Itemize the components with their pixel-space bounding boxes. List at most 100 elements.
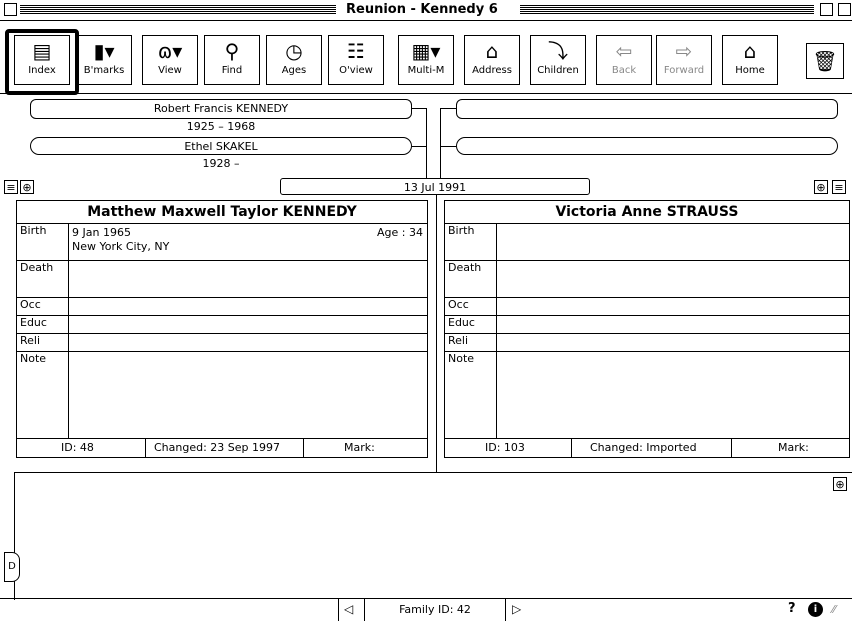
father-name: Robert Francis KENNEDY — [153, 102, 289, 115]
educ-row[interactable]: Educ — [445, 316, 849, 334]
father-dates: 1925 – 1968 — [186, 120, 256, 133]
zoom-box[interactable] — [820, 3, 833, 16]
trash-icon: 🗑 — [812, 49, 838, 73]
overview-button[interactable]: ☷ O'view — [328, 35, 384, 85]
add-child-icon[interactable]: ⊕ — [833, 477, 847, 491]
trash-button[interactable]: 🗑 — [806, 43, 844, 79]
close-box[interactable] — [4, 3, 17, 16]
next-family-icon[interactable]: ▷ — [512, 602, 521, 616]
overview-label: O'view — [339, 65, 373, 76]
info-icon[interactable]: i — [808, 602, 823, 617]
birth-label: Birth — [17, 224, 69, 260]
connector — [440, 108, 441, 178]
find-label: Find — [221, 65, 243, 76]
mother-name: Ethel SKAKEL — [184, 140, 258, 153]
reli-label: Reli — [17, 334, 69, 351]
husband-changed: Changed: 23 Sep 1997 — [145, 439, 280, 457]
wife-mother-pill[interactable] — [456, 137, 838, 155]
mother-dates: 1928 – — [202, 157, 240, 170]
birth-row[interactable]: Birth 9 Jan 1965 Age : 34 New York City,… — [17, 224, 427, 261]
children-list-icon[interactable]: ≡ — [4, 180, 18, 194]
center-divider — [436, 195, 437, 473]
title-stripes-left — [20, 5, 336, 15]
husband-pane: Matthew Maxwell Taylor KENNEDY Birth 9 J… — [16, 200, 428, 458]
multimedia-button[interactable]: ▦▾ Multi-M — [398, 35, 454, 85]
husband-mark[interactable]: Mark: — [303, 439, 424, 457]
reli-row[interactable]: Reli — [17, 334, 427, 352]
husband-name[interactable]: Matthew Maxwell Taylor KENNEDY — [17, 201, 427, 224]
wife-footer: ID: 103 Changed: Imported Mark: — [445, 438, 849, 457]
glasses-icon: ɷ▾ — [157, 39, 183, 63]
index-button-highlight — [5, 29, 79, 95]
occ-row[interactable]: Occ — [17, 298, 427, 316]
educ-label: Educ — [17, 316, 69, 333]
spouse-list-icon[interactable]: ≡ — [832, 180, 846, 194]
resize-grip-icon[interactable]: ⁄⁄ — [832, 603, 836, 616]
clock-icon: ◷ — [285, 39, 303, 63]
reli-row[interactable]: Reli — [445, 334, 849, 352]
children-icon: ⤵ — [548, 39, 568, 63]
mother-name-pill[interactable]: Ethel SKAKEL — [30, 137, 412, 155]
wife-changed: Changed: Imported — [571, 439, 697, 457]
children-area[interactable]: ⊕ — [14, 472, 852, 600]
birth-place: New York City, NY — [72, 240, 170, 253]
death-label: Death — [17, 261, 69, 297]
connector — [412, 108, 426, 109]
connector — [440, 108, 456, 109]
view-button[interactable]: ɷ▾ View — [142, 35, 198, 85]
marriage-date-field[interactable]: 13 Jul 1991 — [280, 178, 590, 195]
death-label: Death — [445, 261, 497, 297]
reli-label: Reli — [445, 334, 497, 351]
husband-footer: ID: 48 Changed: 23 Sep 1997 Mark: — [17, 438, 427, 457]
forward-arrow-icon: ⇨ — [675, 39, 693, 63]
wife-id: ID: 103 — [485, 441, 525, 454]
wife-pane: Victoria Anne STRAUSS Birth Death Occ Ed… — [444, 200, 850, 458]
find-button[interactable]: ⚲ Find — [204, 35, 260, 85]
death-row[interactable]: Death — [445, 261, 849, 298]
back-button[interactable]: ⇦ Back — [596, 35, 652, 85]
educ-row[interactable]: Educ — [17, 316, 427, 334]
connector — [440, 146, 456, 147]
note-label: Note — [17, 352, 69, 438]
father-name-pill[interactable]: Robert Francis KENNEDY — [30, 99, 412, 119]
address-label: Address — [472, 65, 512, 76]
home-icon: ⌂ — [743, 39, 757, 63]
note-row[interactable]: Note — [445, 352, 849, 438]
home-button[interactable]: ⌂ Home — [722, 35, 778, 85]
address-button[interactable]: ⌂ Address — [464, 35, 520, 85]
bookmark-icon: ▮▾ — [93, 39, 115, 63]
connector — [426, 108, 427, 178]
note-row[interactable]: Note — [17, 352, 427, 438]
add-spouse-icon[interactable]: ⊕ — [814, 180, 828, 194]
wife-mark[interactable]: Mark: — [731, 439, 848, 457]
help-icon[interactable]: ? — [788, 601, 796, 616]
toolbar: ▤ Index ▮▾ B'marks ɷ▾ View ⚲ Find ◷ Ages… — [0, 21, 852, 94]
occ-label: Occ — [445, 298, 497, 315]
collapse-box[interactable] — [838, 3, 851, 16]
wife-father-pill[interactable] — [456, 99, 838, 119]
note-label: Note — [445, 352, 497, 438]
back-label: Back — [611, 65, 637, 76]
bookmarks-button[interactable]: ▮▾ B'marks — [76, 35, 132, 85]
magnifier-icon: ⚲ — [224, 39, 240, 63]
tree-icon: ☷ — [347, 39, 365, 63]
add-parent-icon[interactable]: ⊕ — [20, 180, 34, 194]
death-row[interactable]: Death — [17, 261, 427, 298]
birth-row[interactable]: Birth — [445, 224, 849, 261]
occ-label: Occ — [17, 298, 69, 315]
ages-button[interactable]: ◷ Ages — [266, 35, 322, 85]
prev-family-icon[interactable]: ◁ — [344, 602, 353, 616]
home-label: Home — [735, 65, 765, 76]
wife-name[interactable]: Victoria Anne STRAUSS — [445, 201, 849, 224]
forward-label: Forward — [663, 65, 705, 76]
occ-row[interactable]: Occ — [445, 298, 849, 316]
age-value: Age : 34 — [377, 226, 423, 239]
husband-id: ID: 48 — [61, 441, 94, 454]
drawer-tab[interactable]: D — [4, 552, 20, 582]
status-bar: ◁ Family ID: 42 ▷ ? i ⁄⁄ — [0, 598, 852, 621]
forward-button[interactable]: ⇨ Forward — [656, 35, 712, 85]
connector — [412, 146, 426, 147]
status-left — [8, 599, 339, 621]
title-bar[interactable]: Reunion - Kennedy 6 — [0, 0, 852, 21]
children-button[interactable]: ⤵ Children — [530, 35, 586, 85]
